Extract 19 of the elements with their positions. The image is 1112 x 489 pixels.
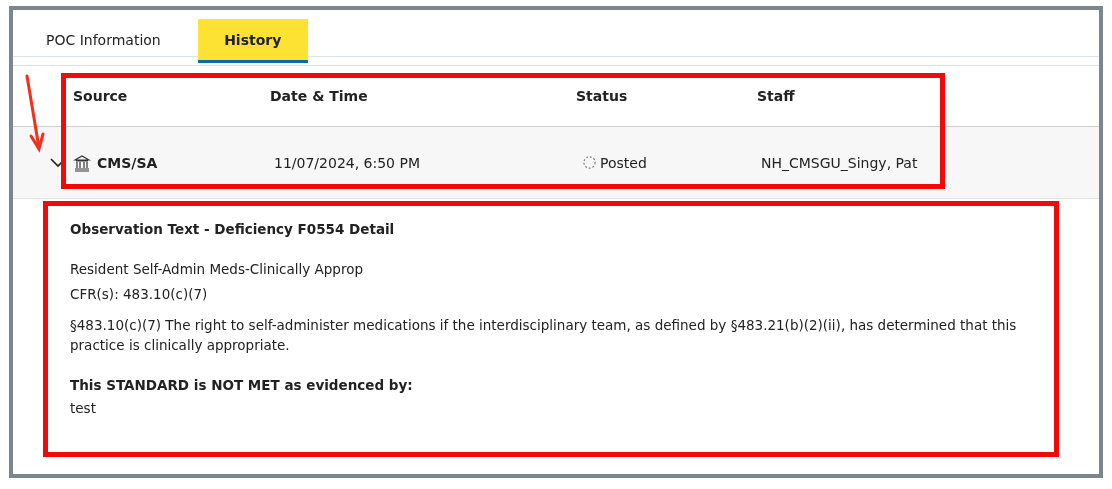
tab[interactable]: History [197,19,308,63]
detail-line: CFR(s): 483.10(c)(7) [70,286,209,302]
evidence-heading: This STANDARD is NOT MET as evidenced by: [70,377,414,393]
source-text: CMS/SA [97,154,158,171]
column-header: Status [576,88,629,104]
tab[interactable]: POC Information [33,19,174,63]
staff-text: NH_CMSGU_Singy, Pat [761,154,918,171]
column-header: Staff [757,88,796,104]
evidence-text: test [70,400,97,416]
bank-icon [73,153,91,172]
regulation-paragraph: §483.10(c)(7) The right to self-administer medications if the interdisciplinary team, as defined by §483.21(b)(2)(ii), has determined that this practice is clinically appropriate. [70,316,1018,355]
history-row[interactable]: CMS/SA 11/07/2024, 6:50 PM Posted NH_CMSGU_Singy, Pat [13,127,1099,199]
column-header: Source [73,88,129,104]
detail-title: Observation Text - Deficiency F0554 Detail [70,221,396,237]
pending-status-icon [582,155,597,170]
detail-line: Resident Self-Admin Meds-Clinically Approp [70,261,364,277]
status-text: Posted [600,154,647,171]
column-header: Date & Time [270,88,369,104]
date-time-text: 11/07/2024, 6:50 PM [274,154,420,171]
